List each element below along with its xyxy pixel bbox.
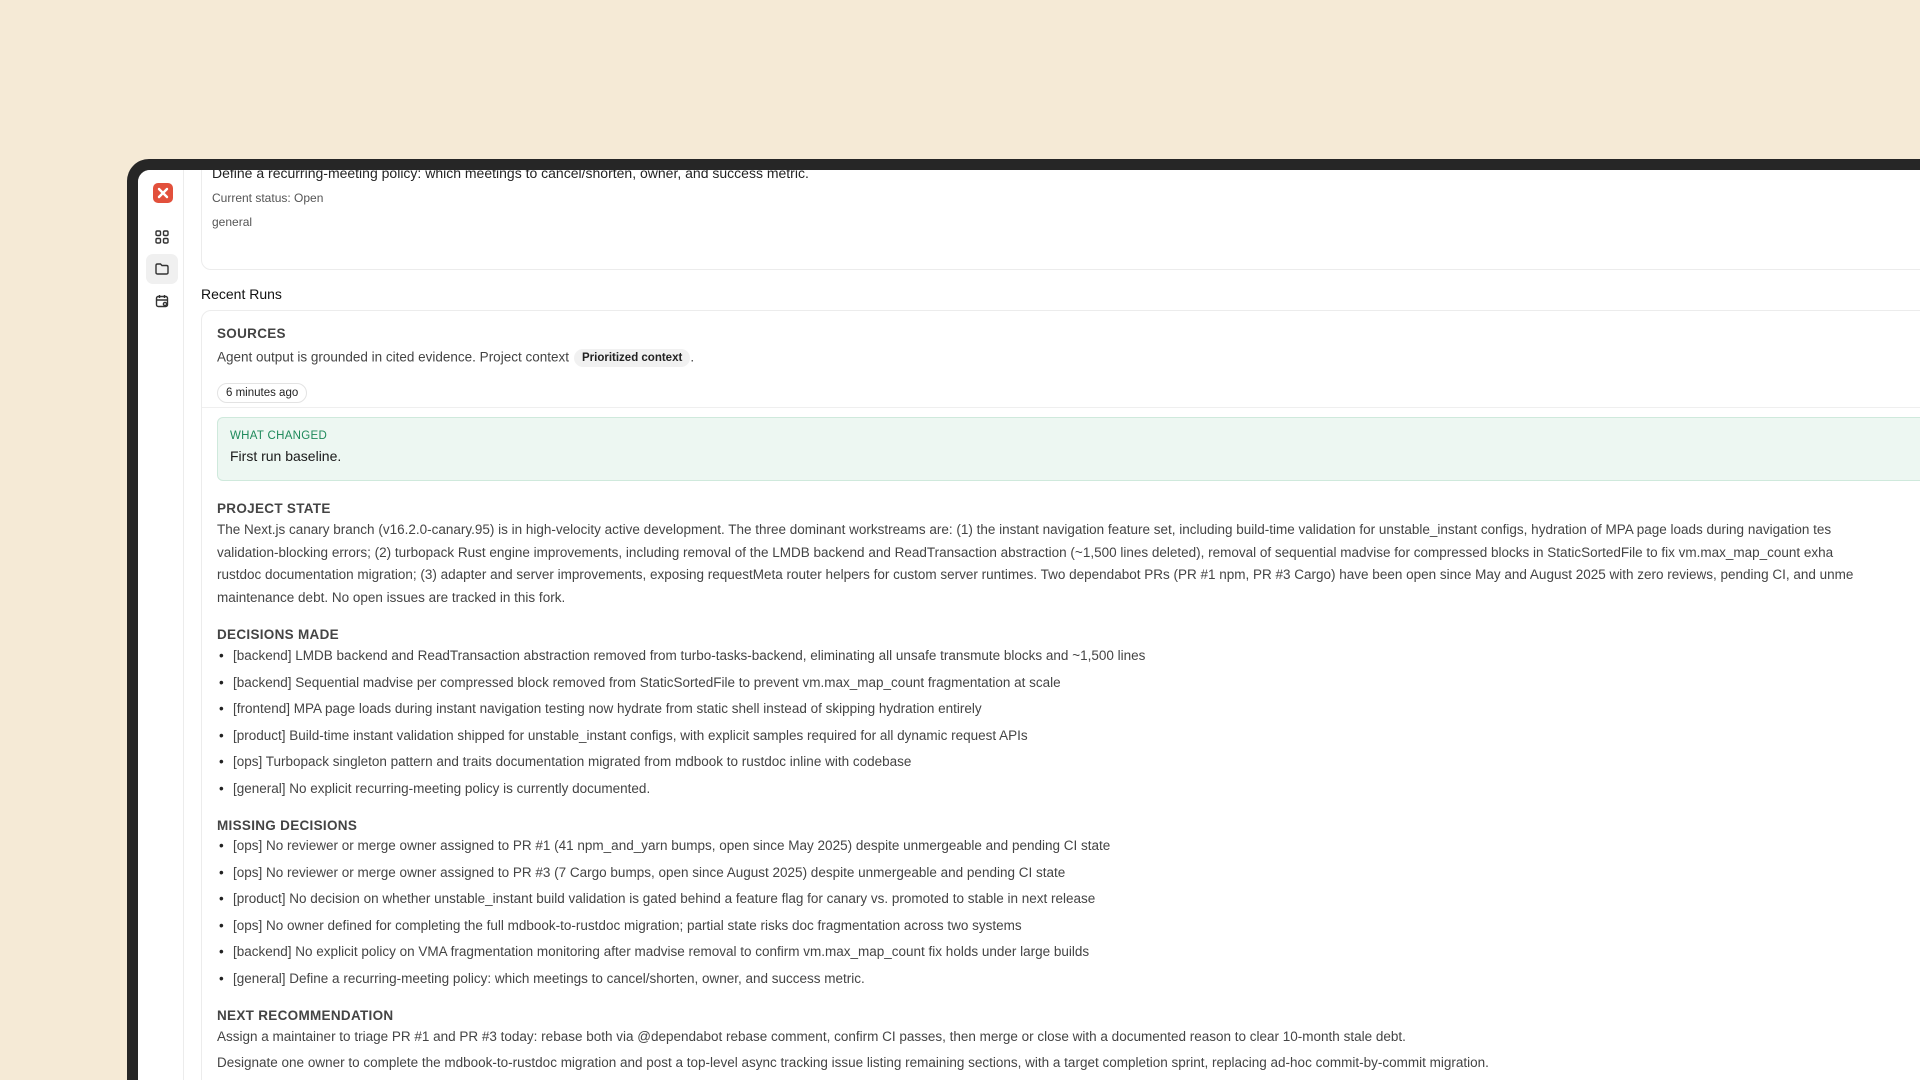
- next-recommendation-label: NEXT RECOMMENDATION: [217, 1008, 394, 1023]
- what-changed-panel: WHAT CHANGED First run baseline.: [217, 417, 1920, 481]
- decision-item: [frontend] MPA page loads during instant…: [217, 701, 982, 716]
- project-state-label: PROJECT STATE: [217, 501, 331, 516]
- missing-decision-item: [ops] No owner defined for completing th…: [217, 918, 1022, 933]
- task-description: Define a recurring-meeting policy: which…: [212, 170, 809, 181]
- task-tag: general: [212, 215, 253, 229]
- recent-runs-title: Recent Runs: [201, 286, 282, 302]
- sources-end: .: [690, 349, 695, 365]
- project-state-line: maintenance debt. No open issues are tra…: [217, 589, 566, 605]
- sources-line: Agent output is grounded in cited eviden…: [217, 349, 694, 367]
- decisions-label: DECISIONS MADE: [217, 627, 339, 642]
- nav-calendar[interactable]: [146, 286, 178, 316]
- nav-dashboard[interactable]: [146, 222, 178, 252]
- decision-item: [product] Build-time instant validation …: [217, 728, 1028, 743]
- run-time-badge: 6 minutes ago: [217, 383, 308, 403]
- grid-icon: [155, 230, 169, 244]
- folder-icon: [155, 263, 169, 275]
- missing-decision-item: [general] Define a recurring-meeting pol…: [217, 971, 865, 986]
- recommendation-line: Designate one owner to complete the mdbo…: [217, 1055, 1489, 1070]
- nav-projects[interactable]: [146, 254, 178, 284]
- decision-item: [backend] LMDB backend and ReadTransacti…: [217, 648, 1145, 663]
- decision-item: [backend] Sequential madvise per compres…: [217, 675, 1061, 690]
- project-state-line: rustdoc documentation migration; (3) ada…: [217, 567, 1854, 582]
- decision-item: [general] No explicit recurring-meeting …: [217, 781, 650, 796]
- calendar-icon: [155, 295, 169, 308]
- project-state-line: The Next.js canary branch (v16.2.0-canar…: [217, 522, 1832, 537]
- missing-decision-item: [product] No decision on whether unstabl…: [217, 891, 1095, 906]
- sources-text: Agent output is grounded in cited eviden…: [217, 349, 569, 365]
- missing-decision-item: [ops] No reviewer or merge owner assigne…: [217, 865, 1065, 880]
- main-content: Define a recurring-meeting policy: which…: [201, 170, 1920, 1080]
- task-card: Define a recurring-meeting policy: which…: [201, 170, 1920, 270]
- run-card: SOURCES Agent output is grounded in cite…: [201, 310, 1920, 1080]
- sources-label: SOURCES: [217, 326, 286, 341]
- prioritized-context-chip[interactable]: Prioritized context: [573, 349, 691, 367]
- recommendation-line: Assign a maintainer to triage PR #1 and …: [217, 1029, 1406, 1044]
- sidebar-rail: [138, 170, 184, 1080]
- project-state-line: validation-blocking errors; (2) turbopac…: [217, 544, 1834, 560]
- task-status: Current status: Open: [212, 191, 324, 205]
- decision-item: [ops] Turbopack singleton pattern and tr…: [217, 754, 911, 769]
- missing-decisions-label: MISSING DECISIONS: [217, 818, 358, 833]
- missing-decision-item: [ops] No reviewer or merge owner assigne…: [217, 838, 1110, 853]
- app-logo-icon[interactable]: [153, 183, 173, 203]
- what-changed-text: First run baseline.: [230, 448, 342, 464]
- app-screen: Define a recurring-meeting policy: which…: [138, 170, 1920, 1080]
- what-changed-label: WHAT CHANGED: [230, 430, 328, 442]
- missing-decision-item: [backend] No explicit policy on VMA frag…: [217, 944, 1089, 959]
- divider: [202, 407, 1920, 408]
